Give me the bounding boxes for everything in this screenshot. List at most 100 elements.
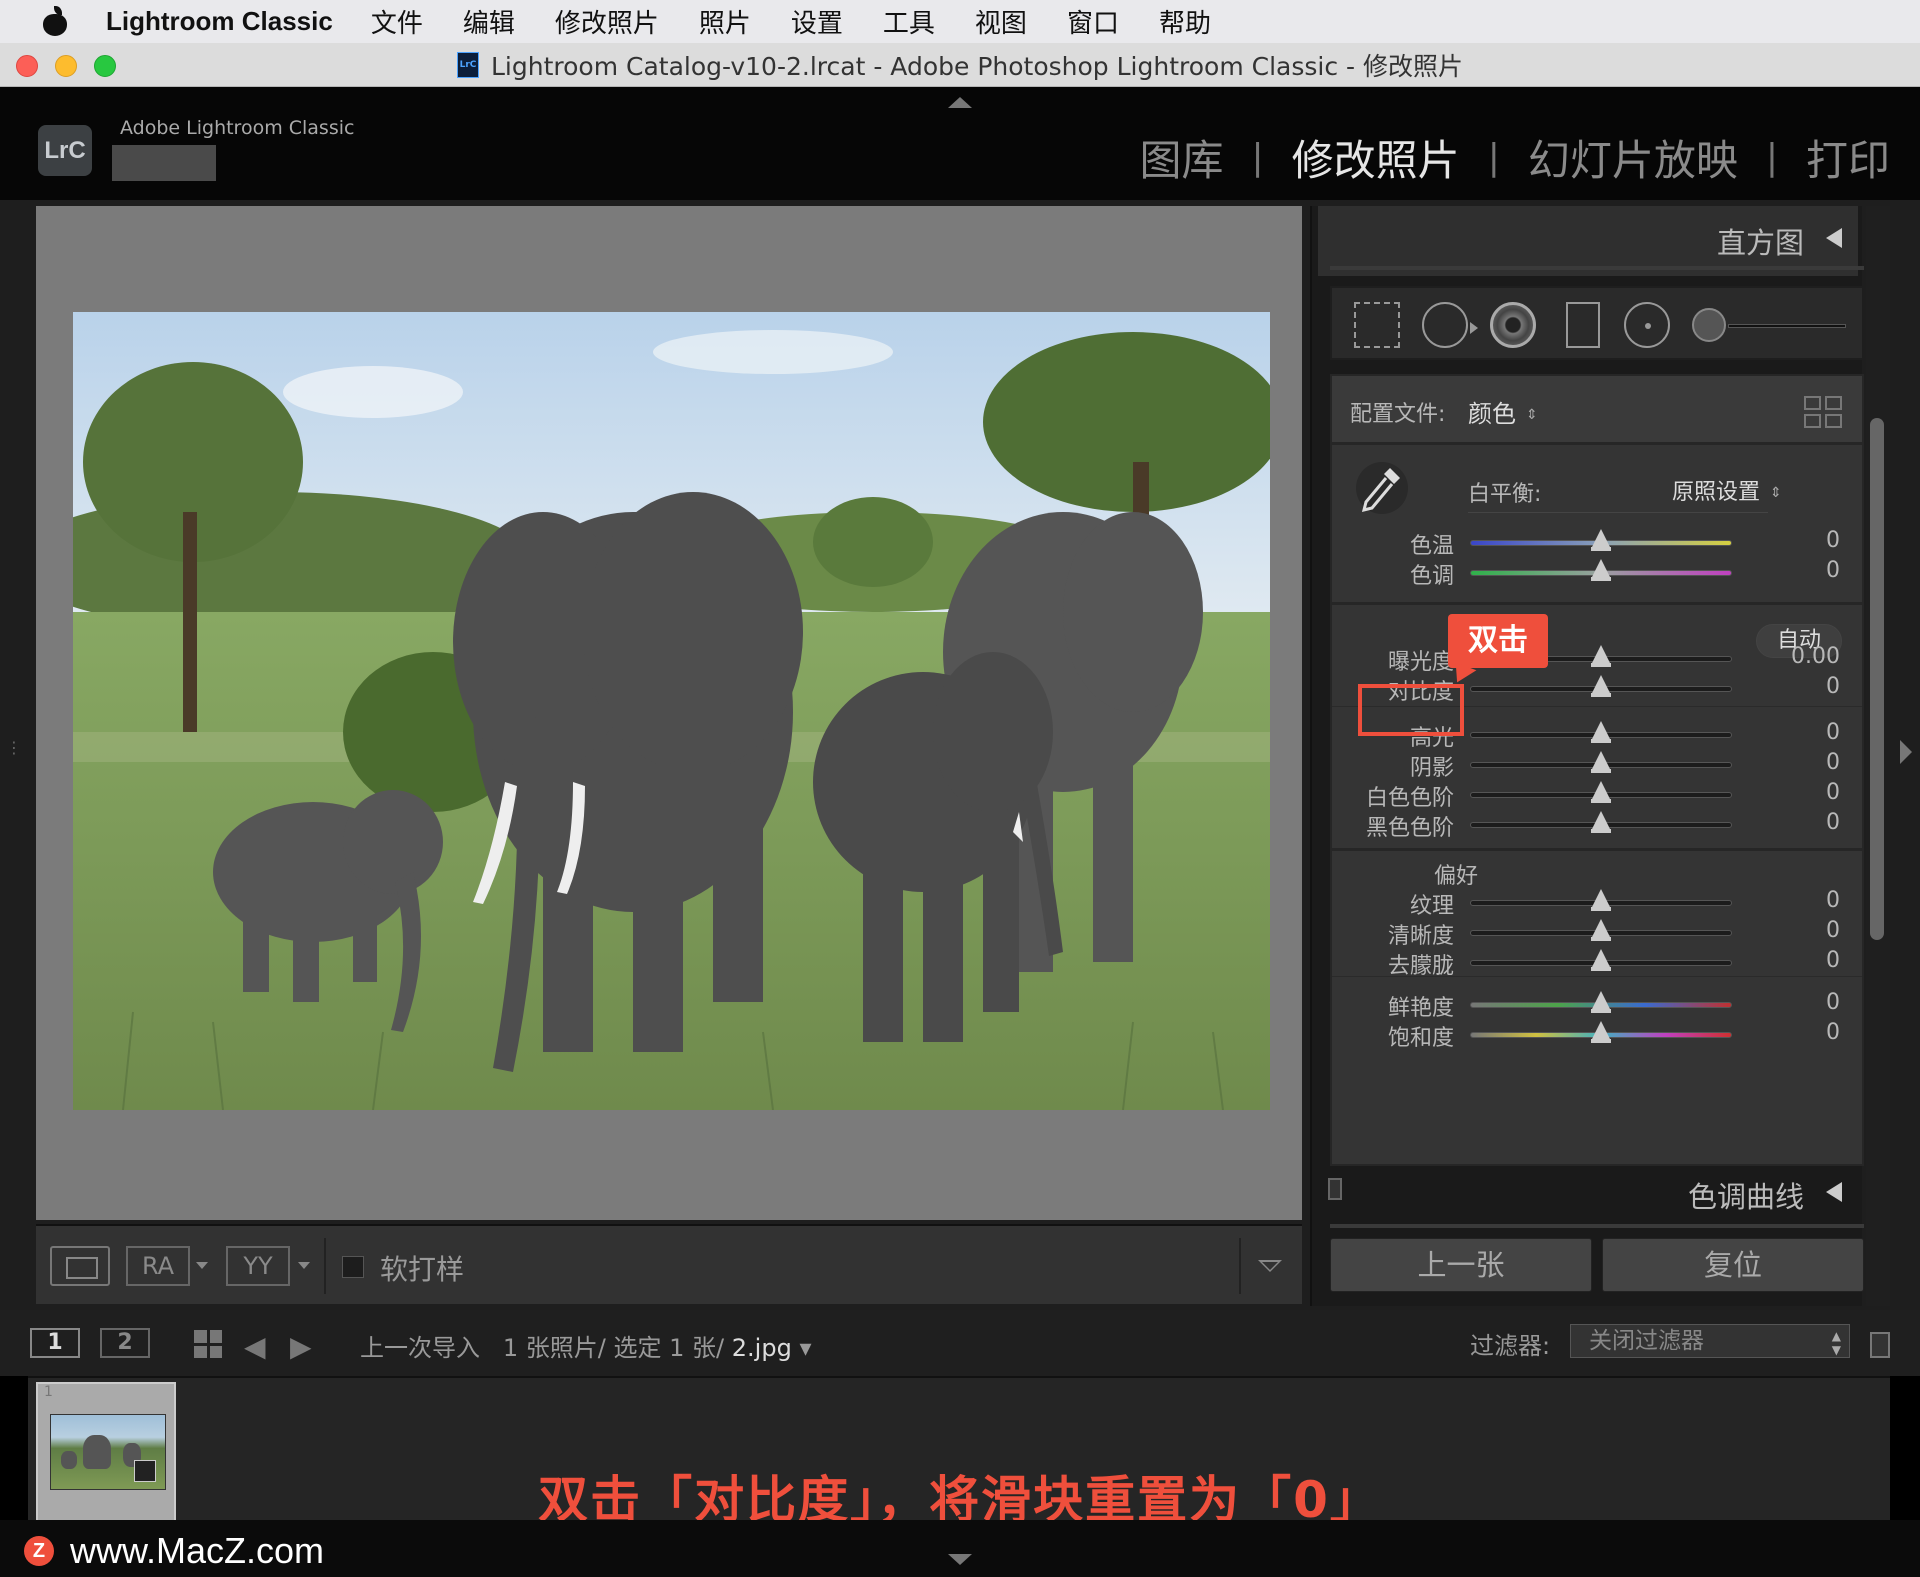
blacks-value[interactable]: 0 (1826, 810, 1840, 835)
menu-view[interactable]: 视图 (975, 3, 1027, 40)
expand-histogram-icon[interactable] (1826, 228, 1842, 248)
tint-value[interactable]: 0 (1826, 558, 1840, 583)
temp-slider[interactable] (1470, 529, 1732, 551)
whites-value[interactable]: 0 (1826, 780, 1840, 805)
saturation-slider[interactable] (1470, 1021, 1732, 1043)
filmstrip-bar: 1 2 ◀ ▶ 上一次导入 1 张照片/ 选定 1 张/ 2.jpg ▾ 过滤器… (0, 1310, 1920, 1376)
module-develop[interactable]: 修改照片 (1292, 127, 1460, 188)
module-print[interactable]: 打印 (1806, 127, 1890, 188)
profile-browser-icon[interactable] (1804, 396, 1842, 428)
contrast-slider[interactable] (1470, 675, 1732, 697)
saturation-slider-thumb[interactable] (1591, 1021, 1611, 1043)
dehaze-slider[interactable] (1470, 949, 1732, 971)
profile-dropdown[interactable]: 颜色 ⇕ (1468, 394, 1538, 429)
dehaze-value[interactable]: 0 (1826, 948, 1840, 973)
collapse-filmstrip-icon[interactable] (948, 1554, 972, 1565)
tool-strip (1330, 286, 1864, 360)
spot-removal-tool-icon[interactable] (1422, 302, 1478, 348)
brush-slider-line[interactable] (1728, 324, 1846, 328)
previous-button[interactable]: 上一张 (1330, 1238, 1592, 1292)
module-slideshow[interactable]: 幻灯片放映 (1528, 127, 1738, 188)
temp-slider-thumb[interactable] (1591, 529, 1611, 551)
menu-develop[interactable]: 修改照片 (555, 3, 659, 40)
soft-proof-checkbox[interactable] (342, 1256, 364, 1278)
expand-tone-curve-icon[interactable] (1826, 1182, 1842, 1202)
photo-preview[interactable] (73, 312, 1270, 1110)
before-after-dropdown-icon[interactable] (196, 1262, 208, 1269)
exposure-slider-thumb[interactable] (1591, 645, 1611, 667)
highlights-slider-thumb[interactable] (1591, 721, 1611, 743)
soft-proof-label[interactable]: 软打样 (380, 1248, 464, 1288)
back-arrow-icon[interactable]: ◀ (244, 1330, 266, 1363)
tone-curve-header[interactable]: 色调曲线 (1318, 1162, 1858, 1222)
module-library[interactable]: 图库 (1140, 127, 1224, 188)
crop-tool-icon[interactable] (1354, 302, 1400, 348)
menu-help[interactable]: 帮助 (1159, 3, 1211, 40)
forward-arrow-icon[interactable]: ▶ (290, 1330, 312, 1363)
menu-window[interactable]: 窗口 (1067, 3, 1119, 40)
primary-window-button[interactable]: 1 (30, 1328, 80, 1358)
collapse-top-panel-icon[interactable] (948, 97, 972, 108)
grid-view-icon[interactable] (194, 1330, 222, 1358)
white-balance-dropdown[interactable]: 原照设置 ⇕ (1672, 474, 1782, 506)
panel-scrollbar[interactable] (1870, 418, 1884, 940)
texture-slider-thumb[interactable] (1591, 889, 1611, 911)
clarity-value[interactable]: 0 (1826, 918, 1840, 943)
filter-lock-icon[interactable] (1870, 1332, 1890, 1358)
loupe-view-button[interactable] (50, 1246, 110, 1286)
panel-buttons: 上一张 复位 (1330, 1238, 1864, 1294)
eyedropper-icon[interactable] (1354, 458, 1410, 518)
shadows-slider-thumb[interactable] (1591, 751, 1611, 773)
white-balance-value: 原照设置 (1672, 480, 1761, 505)
temp-value[interactable]: 0 (1826, 528, 1840, 553)
saturation-value[interactable]: 0 (1826, 1020, 1840, 1045)
dehaze-slider-thumb[interactable] (1591, 949, 1611, 971)
radial-filter-tool-icon[interactable] (1624, 302, 1670, 348)
shadows-value[interactable]: 0 (1826, 750, 1840, 775)
menu-tools[interactable]: 工具 (883, 3, 935, 40)
blacks-slider[interactable] (1470, 811, 1732, 833)
whites-slider[interactable] (1470, 781, 1732, 803)
red-eye-tool-icon[interactable] (1490, 302, 1536, 348)
toolbar-menu-icon[interactable] (1258, 1260, 1282, 1272)
reset-button[interactable]: 复位 (1602, 1238, 1864, 1292)
exposure-label: 曝光度 (1387, 650, 1454, 675)
tint-slider[interactable] (1470, 559, 1732, 581)
shadows-slider[interactable] (1470, 751, 1732, 773)
clarity-slider-thumb[interactable] (1591, 919, 1611, 941)
menu-settings[interactable]: 设置 (791, 3, 843, 40)
filter-dropdown[interactable]: 关闭过滤器 ▲ ▼ (1570, 1324, 1850, 1358)
graduated-filter-tool-icon[interactable] (1566, 302, 1600, 348)
menu-app-name[interactable]: Lightroom Classic (106, 6, 333, 37)
tint-slider-thumb[interactable] (1591, 559, 1611, 581)
clarity-slider[interactable] (1470, 919, 1732, 941)
tone-curve-toggle[interactable] (1328, 1178, 1342, 1200)
vibrance-slider[interactable] (1470, 991, 1732, 1013)
swap-dropdown-icon[interactable] (298, 1262, 310, 1269)
whites-slider-thumb[interactable] (1591, 781, 1611, 803)
adjustment-brush-tool-icon[interactable] (1692, 308, 1726, 342)
menu-file[interactable]: 文件 (371, 3, 423, 40)
texture-value[interactable]: 0 (1826, 888, 1840, 913)
menu-edit[interactable]: 编辑 (463, 3, 515, 40)
secondary-window-button[interactable]: 2 (100, 1328, 150, 1358)
contrast-slider-thumb[interactable] (1591, 675, 1611, 697)
collapse-right-panel-icon[interactable] (1900, 740, 1912, 764)
expand-left-panel-icon[interactable]: ⋮ (6, 738, 22, 757)
macz-logo-icon: Z (24, 1536, 54, 1566)
texture-slider[interactable] (1470, 889, 1732, 911)
blacks-slider-thumb[interactable] (1591, 811, 1611, 833)
before-after-swap-button[interactable]: YY (226, 1246, 290, 1286)
identity-plate-text: Adobe Lightroom Classic (120, 117, 355, 139)
contrast-value[interactable]: 0 (1826, 674, 1840, 699)
vibrance-value[interactable]: 0 (1826, 990, 1840, 1015)
menu-photo[interactable]: 照片 (699, 3, 751, 40)
vibrance-slider-thumb[interactable] (1591, 991, 1611, 1013)
before-after-button[interactable]: RA (126, 1246, 190, 1286)
highlights-value[interactable]: 0 (1826, 720, 1840, 745)
highlights-slider[interactable] (1470, 721, 1732, 743)
filmstrip-source[interactable]: 上一次导入 1 张照片/ 选定 1 张/ 2.jpg ▾ (360, 1328, 812, 1363)
file-dropdown-icon[interactable]: ▾ (799, 1334, 811, 1362)
exposure-value[interactable]: 0.00 (1791, 644, 1840, 669)
apple-icon[interactable] (40, 5, 70, 38)
